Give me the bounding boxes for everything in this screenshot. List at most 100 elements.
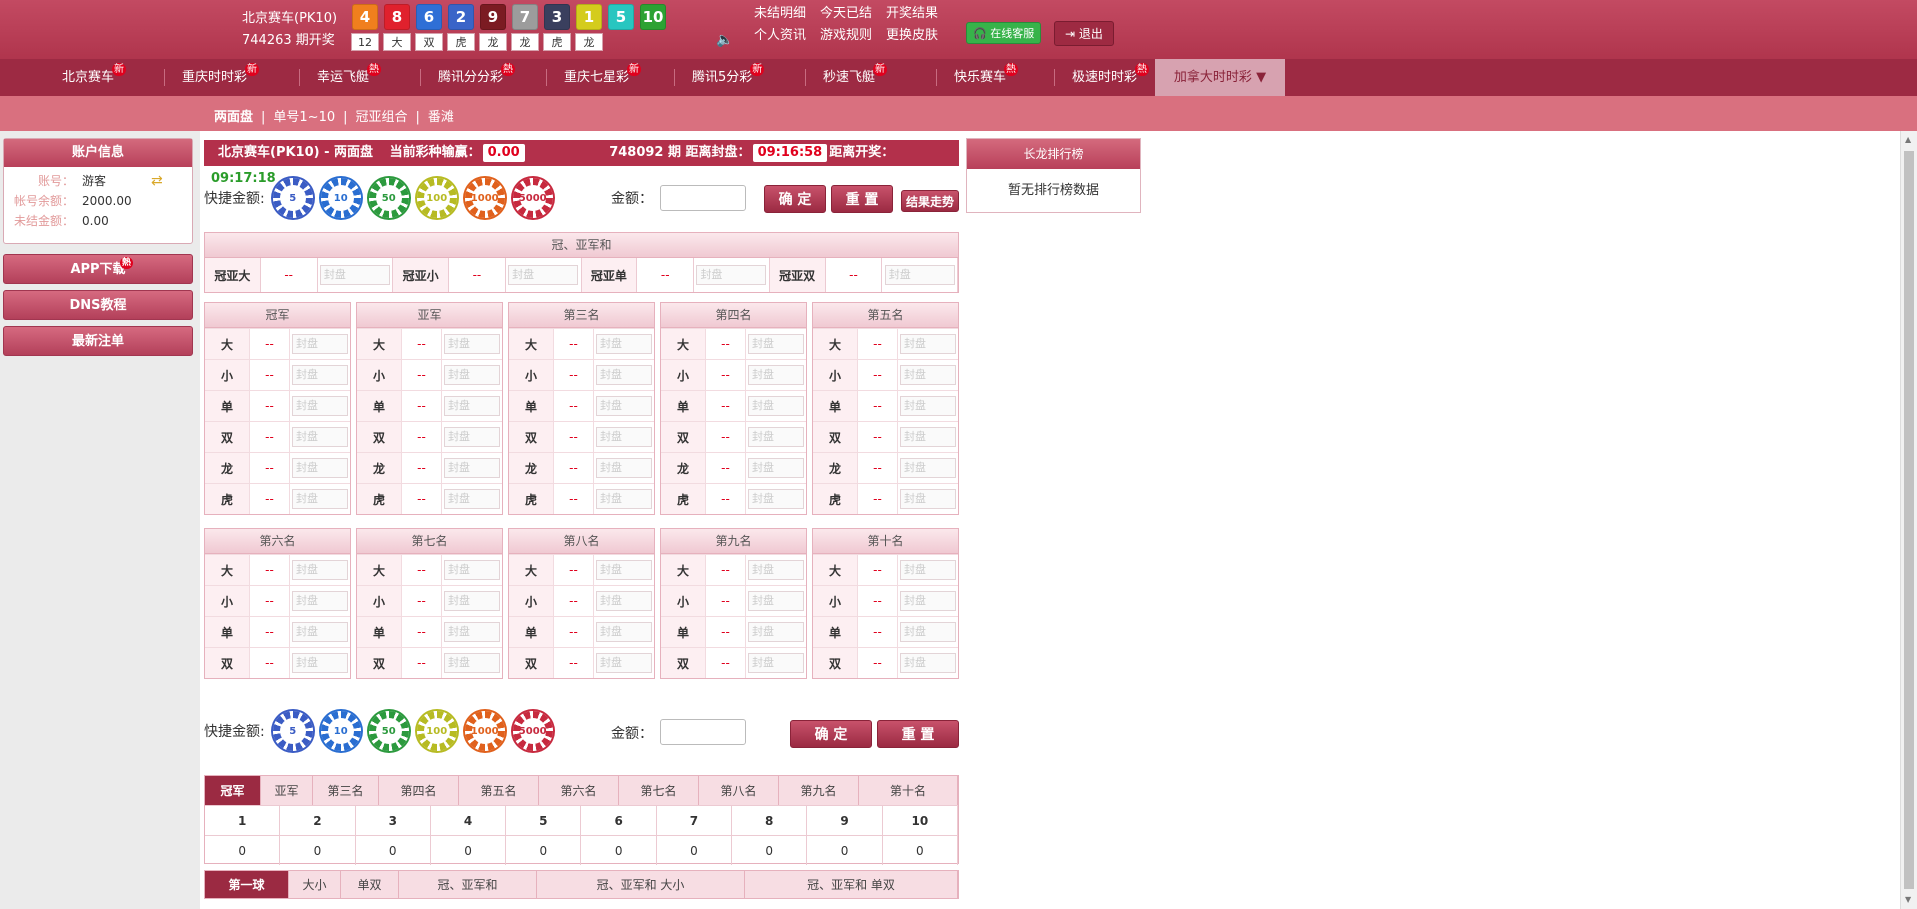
bet-input[interactable]: 封盘 xyxy=(748,365,804,385)
bet-input[interactable]: 封盘 xyxy=(900,396,956,416)
bet-input[interactable]: 封盘 xyxy=(444,489,500,509)
nav-item[interactable]: 重庆七星彩新 xyxy=(564,59,642,96)
bet-input[interactable]: 封盘 xyxy=(292,653,348,673)
left-button[interactable]: 最新注单 xyxy=(3,326,193,356)
confirm-button-bottom[interactable]: 确 定 xyxy=(790,720,872,748)
bottom-tab[interactable]: 大小 xyxy=(289,871,341,898)
bet-input[interactable]: 封盘 xyxy=(748,458,804,478)
bet-input[interactable]: 封盘 xyxy=(444,458,500,478)
bet-input[interactable]: 封盘 xyxy=(900,560,956,580)
sum-bet-input[interactable]: 封盘 xyxy=(884,265,955,285)
top-link[interactable]: 游戏规则 xyxy=(820,26,872,46)
bet-input[interactable]: 封盘 xyxy=(596,560,652,580)
scrollbar-thumb[interactable] xyxy=(1904,151,1914,889)
bet-input[interactable]: 封盘 xyxy=(596,653,652,673)
top-link[interactable]: 未结明细 xyxy=(754,4,806,24)
stats-tab[interactable]: 亚军 xyxy=(261,776,313,805)
bottom-tab[interactable]: 冠、亚军和 单双 xyxy=(745,871,958,898)
bet-input[interactable]: 封盘 xyxy=(900,365,956,385)
bet-input[interactable]: 封盘 xyxy=(748,653,804,673)
bet-input[interactable]: 封盘 xyxy=(900,334,956,354)
bet-input[interactable]: 封盘 xyxy=(596,396,652,416)
nav-item[interactable]: 腾讯5分彩新 xyxy=(692,59,765,96)
bet-input[interactable]: 封盘 xyxy=(292,458,348,478)
bet-input[interactable]: 封盘 xyxy=(292,334,348,354)
bet-input[interactable]: 封盘 xyxy=(444,560,500,580)
scroll-up-icon[interactable]: ▲ xyxy=(1905,135,1911,144)
bet-input[interactable]: 封盘 xyxy=(900,489,956,509)
trend-button[interactable]: 结果走势 xyxy=(901,190,959,212)
nav-item[interactable]: 腾讯分分彩熱 xyxy=(438,59,516,96)
sub-nav-link[interactable]: 两面盘 xyxy=(214,110,253,125)
sum-bet-input[interactable]: 封盘 xyxy=(508,265,579,285)
chip-10[interactable]: 10 xyxy=(320,711,361,751)
chip-100[interactable]: 100 xyxy=(416,711,457,751)
confirm-button-top[interactable]: 确 定 xyxy=(764,185,826,213)
bet-input[interactable]: 封盘 xyxy=(596,458,652,478)
bet-input[interactable]: 封盘 xyxy=(900,622,956,642)
top-link[interactable]: 开奖结果 xyxy=(886,4,938,24)
stats-tab[interactable]: 第十名 xyxy=(859,776,958,805)
sub-nav-link[interactable]: 单号1~10 xyxy=(273,110,335,125)
stats-tab[interactable]: 第四名 xyxy=(379,776,459,805)
bet-input[interactable]: 封盘 xyxy=(596,489,652,509)
bet-input[interactable]: 封盘 xyxy=(292,396,348,416)
logout-button[interactable]: ⇥ 退出 xyxy=(1054,21,1114,46)
nav-item[interactable]: 幸运飞艇熱 xyxy=(317,59,382,96)
stats-tab[interactable]: 第三名 xyxy=(313,776,379,805)
chip-5[interactable]: 5 xyxy=(272,178,313,218)
nav-item[interactable]: 重庆时时彩新 xyxy=(182,59,260,96)
bet-input[interactable]: 封盘 xyxy=(444,365,500,385)
nav-item-active[interactable]: 加拿大时时彩 ▼ xyxy=(1155,59,1285,96)
bet-input[interactable]: 封盘 xyxy=(748,427,804,447)
bet-input[interactable]: 封盘 xyxy=(292,365,348,385)
bet-input[interactable]: 封盘 xyxy=(900,653,956,673)
bet-input[interactable]: 封盘 xyxy=(292,622,348,642)
nav-item[interactable]: 北京赛车新 xyxy=(62,59,127,96)
reset-button-bottom[interactable]: 重 置 xyxy=(877,720,959,748)
bet-input[interactable]: 封盘 xyxy=(596,365,652,385)
chip-1000[interactable]: 1000 xyxy=(464,711,505,751)
left-button[interactable]: APP下载熱 xyxy=(3,254,193,284)
sum-bet-input[interactable]: 封盘 xyxy=(696,265,767,285)
bet-input[interactable]: 封盘 xyxy=(748,591,804,611)
chip-50[interactable]: 50 xyxy=(368,178,409,218)
chip-100[interactable]: 100 xyxy=(416,178,457,218)
bottom-tab[interactable]: 冠、亚军和 大小 xyxy=(537,871,745,898)
refresh-icon[interactable]: ⇄ xyxy=(151,173,163,189)
amount-input-top[interactable] xyxy=(660,185,746,211)
stats-tab[interactable]: 第九名 xyxy=(779,776,859,805)
bet-input[interactable]: 封盘 xyxy=(748,489,804,509)
nav-item[interactable]: 极速时时彩熱 xyxy=(1072,59,1150,96)
bottom-tab[interactable]: 第一球 xyxy=(205,871,289,898)
bet-input[interactable]: 封盘 xyxy=(900,458,956,478)
stats-tab[interactable]: 冠军 xyxy=(205,776,261,805)
online-service-button[interactable]: 🎧 在线客服 xyxy=(966,22,1042,44)
bet-input[interactable]: 封盘 xyxy=(900,427,956,447)
bet-input[interactable]: 封盘 xyxy=(292,427,348,447)
stats-tab[interactable]: 第六名 xyxy=(539,776,619,805)
bet-input[interactable]: 封盘 xyxy=(444,396,500,416)
reset-button-top[interactable]: 重 置 xyxy=(831,185,893,213)
scrollbar[interactable]: ▲ ▼ xyxy=(1900,131,1917,909)
top-link[interactable]: 更换皮肤 xyxy=(886,26,938,46)
bet-input[interactable]: 封盘 xyxy=(292,591,348,611)
top-link[interactable]: 今天已结 xyxy=(820,4,872,24)
speaker-icon[interactable]: 🔈 xyxy=(716,32,733,48)
scroll-down-icon[interactable]: ▼ xyxy=(1905,895,1911,904)
amount-input-bottom[interactable] xyxy=(660,719,746,745)
chip-5[interactable]: 5 xyxy=(272,711,313,751)
sub-nav-link[interactable]: 冠亚组合 xyxy=(356,110,408,125)
bet-input[interactable]: 封盘 xyxy=(292,489,348,509)
bet-input[interactable]: 封盘 xyxy=(444,622,500,642)
bet-input[interactable]: 封盘 xyxy=(900,591,956,611)
stats-tab[interactable]: 第七名 xyxy=(619,776,699,805)
bottom-tab[interactable]: 单双 xyxy=(341,871,399,898)
bet-input[interactable]: 封盘 xyxy=(748,334,804,354)
stats-tab[interactable]: 第八名 xyxy=(699,776,779,805)
chip-5000[interactable]: 5000 xyxy=(512,178,553,218)
bet-input[interactable]: 封盘 xyxy=(292,560,348,580)
bet-input[interactable]: 封盘 xyxy=(444,591,500,611)
bet-input[interactable]: 封盘 xyxy=(748,622,804,642)
top-link[interactable]: 个人资讯 xyxy=(754,26,806,46)
